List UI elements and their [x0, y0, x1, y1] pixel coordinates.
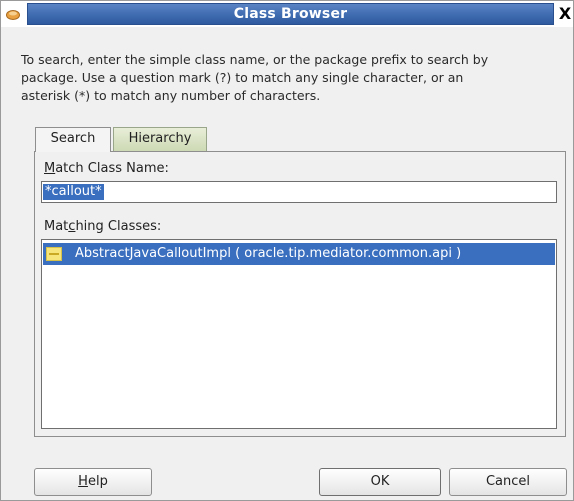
- tab-search[interactable]: Search: [35, 127, 111, 152]
- instructions-text: To search, enter the simple class name, …: [21, 52, 489, 103]
- cancel-button[interactable]: Cancel: [449, 468, 567, 496]
- match-class-name-input[interactable]: *callout*: [41, 181, 557, 203]
- title-band: Class Browser: [27, 3, 554, 25]
- app-menu-icon[interactable]: [5, 6, 21, 22]
- close-icon[interactable]: X: [557, 3, 573, 25]
- class-browser-dialog: Class Browser X To search, enter the sim…: [0, 0, 574, 501]
- ok-button[interactable]: OK: [319, 468, 441, 496]
- class-icon: [46, 247, 62, 261]
- match-class-name-label: Match Class Name:: [44, 161, 169, 176]
- matching-classes-label: Matching Classes:: [44, 219, 162, 234]
- match-class-name-value: *callout*: [43, 184, 104, 200]
- list-item-label: AbstractJavaCalloutImpl ( oracle.tip.med…: [75, 246, 462, 261]
- help-button[interactable]: Help: [34, 468, 152, 496]
- list-item[interactable]: AbstractJavaCalloutImpl ( oracle.tip.med…: [43, 243, 555, 265]
- matching-classes-list[interactable]: AbstractJavaCalloutImpl ( oracle.tip.med…: [41, 239, 557, 429]
- title-bar[interactable]: Class Browser X: [1, 1, 573, 27]
- tab-hierarchy[interactable]: Hierarchy: [113, 127, 207, 151]
- window-title: Class Browser: [233, 6, 348, 22]
